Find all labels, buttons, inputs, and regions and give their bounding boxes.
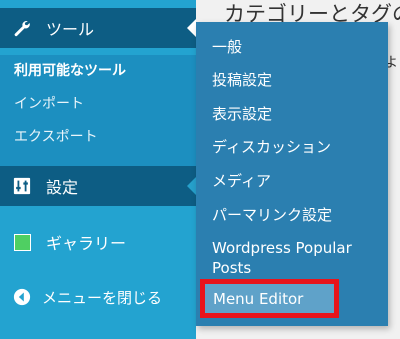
green-square-icon <box>12 232 32 252</box>
menu-editor-label: Menu Editor <box>213 290 304 308</box>
menu-gallery-label: ギャラリー <box>46 234 127 253</box>
flyout-item-writing[interactable]: 投稿設定 <box>212 70 380 90</box>
menu-settings[interactable]: 設定 <box>0 166 196 206</box>
hover-menu-pointer <box>187 177 196 195</box>
menu-settings-label: 設定 <box>46 178 79 197</box>
flyout-item-reading[interactable]: 表示設定 <box>212 104 380 124</box>
arrow-left-circle-icon <box>12 287 32 307</box>
sliders-icon <box>12 176 32 196</box>
menu-gallery[interactable]: ギャラリー <box>0 222 196 262</box>
flyout-item-discussion[interactable]: ディスカッション <box>212 137 380 157</box>
wp-admin-screen: カテゴリーとタグの よ ツール 利用可能なツール インポート エクスポート 設定… <box>0 0 400 339</box>
menu-tools-label: ツール <box>46 20 95 39</box>
wrench-icon <box>12 18 32 38</box>
collapse-menu-label: メニューを閉じる <box>42 288 163 307</box>
current-menu-pointer <box>187 19 196 37</box>
submenu-import[interactable]: インポート <box>0 88 196 121</box>
flyout-item-wordpress-popular-posts[interactable]: Wordpress Popular Posts <box>212 238 380 278</box>
flyout-item-permalinks[interactable]: パーマリンク設定 <box>212 205 380 225</box>
admin-sidebar: ツール 利用可能なツール インポート エクスポート 設定 ギャラリー メニューを… <box>0 0 196 339</box>
submenu-export[interactable]: エクスポート <box>0 121 196 154</box>
flyout-item-media[interactable]: メディア <box>212 171 380 191</box>
tools-submenu: 利用可能なツール インポート エクスポート <box>0 55 196 154</box>
flyout-item-general[interactable]: 一般 <box>212 37 380 57</box>
collapse-menu-button[interactable]: メニューを閉じる <box>0 277 196 317</box>
submenu-available-tools[interactable]: 利用可能なツール <box>0 55 196 88</box>
flyout-item-menu-editor[interactable]: Menu Editor <box>200 279 339 318</box>
menu-tools[interactable]: ツール <box>0 8 196 48</box>
